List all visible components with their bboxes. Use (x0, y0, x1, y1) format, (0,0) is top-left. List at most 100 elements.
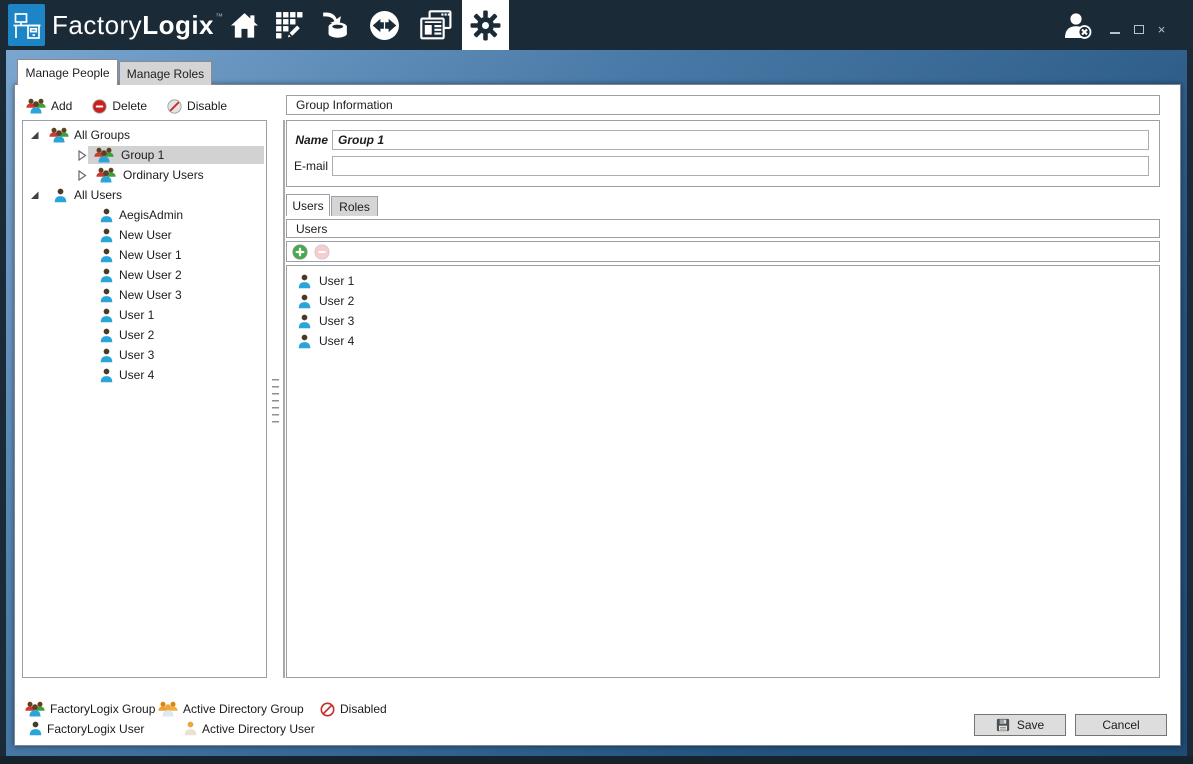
settings-nav-button-active[interactable] (462, 0, 509, 50)
selected-row-highlight: Group 1 (88, 146, 264, 164)
legend-active-directory-group: Active Directory Group (158, 701, 320, 717)
group-users-list: User 1 User 2 User 3 User 4 (286, 265, 1160, 678)
tree-label: Ordinary Users (123, 168, 204, 182)
user-logout-icon (1063, 11, 1093, 41)
expander-expanded-icon[interactable] (29, 130, 40, 141)
list-item-user-1[interactable]: User 1 (298, 271, 354, 291)
add-label: Add (51, 99, 72, 113)
delete-button[interactable]: Delete (92, 99, 147, 114)
tree-item-new-user-2[interactable]: New User 2 (23, 265, 266, 285)
tree-label: All Users (74, 188, 122, 202)
tree-label: All Groups (74, 128, 130, 142)
maximize-icon (1134, 25, 1144, 34)
list-item-user-4[interactable]: User 4 (298, 331, 354, 351)
tree-item-group-1-selected[interactable]: Group 1 (23, 145, 266, 165)
home-icon (230, 12, 259, 39)
disable-button[interactable]: Disable (167, 99, 227, 114)
legend-label: FactoryLogix User (47, 722, 144, 736)
tab-manage-roles[interactable]: Manage Roles (119, 61, 212, 85)
documents-icon (420, 10, 452, 40)
expander-collapsed-icon[interactable] (77, 170, 88, 181)
tab-roles[interactable]: Roles (331, 196, 378, 216)
legend-label: FactoryLogix Group (50, 702, 155, 716)
splitter-grip[interactable] (272, 379, 279, 425)
users-toolbar (286, 241, 1160, 262)
add-user-to-group-button[interactable] (292, 244, 308, 260)
legend-label: Active Directory Group (183, 702, 304, 716)
expander-collapsed-icon[interactable] (77, 150, 88, 161)
factorylogix-group-icon (25, 701, 45, 717)
factorylogix-user-icon (29, 721, 42, 736)
minimize-button[interactable] (1106, 21, 1123, 37)
user-icon (100, 368, 113, 383)
cancel-button[interactable]: Cancel (1075, 714, 1167, 736)
tree-item-user-2[interactable]: User 2 (23, 325, 266, 345)
close-button[interactable]: × (1153, 21, 1170, 37)
user-icon (100, 308, 113, 323)
tab-users[interactable]: Users (286, 194, 330, 216)
user-icon (100, 328, 113, 343)
user-icon (100, 248, 113, 263)
maximize-button[interactable] (1130, 21, 1147, 37)
brand-wordmark: FactoryLogix™ (52, 8, 224, 42)
tree-label: New User (119, 228, 172, 242)
home-nav-button[interactable] (226, 8, 262, 42)
tree-label: User 2 (119, 328, 154, 342)
tree-item-ordinary-users[interactable]: Ordinary Users (23, 165, 266, 185)
data-nav-button[interactable] (317, 8, 353, 42)
frame-edge-right (1187, 50, 1193, 764)
group-icon (94, 147, 114, 163)
logout-user-button[interactable] (1060, 10, 1096, 42)
user-icon (100, 208, 113, 223)
tree-label: Group 1 (121, 148, 164, 162)
list-item-user-2[interactable]: User 2 (298, 291, 354, 311)
name-input[interactable] (332, 130, 1149, 150)
tree-item-user-1[interactable]: User 1 (23, 305, 266, 325)
tree-label: User 4 (119, 368, 154, 382)
grid-pencil-icon (275, 11, 303, 39)
list-item-label: User 3 (319, 314, 354, 328)
email-input[interactable] (332, 156, 1149, 176)
reports-nav-button[interactable] (418, 8, 454, 42)
disabled-icon (320, 702, 335, 717)
frame-edge-bottom (0, 756, 1193, 764)
legend-factorylogix-user: FactoryLogix User (29, 721, 158, 736)
app-logo (8, 4, 45, 46)
tree-label: AegisAdmin (119, 208, 183, 222)
add-button[interactable]: Add (26, 98, 72, 114)
close-icon: × (1158, 22, 1166, 37)
tree-item-new-user-1[interactable]: New User 1 (23, 245, 266, 265)
tab-manage-people[interactable]: Manage People (17, 59, 118, 85)
sync-arrows-icon (369, 10, 400, 41)
logistics-nav-button[interactable] (366, 8, 402, 42)
list-item-user-3[interactable]: User 3 (298, 311, 354, 331)
tree-item-user-3[interactable]: User 3 (23, 345, 266, 365)
production-nav-button[interactable] (271, 8, 307, 42)
group-icon (49, 127, 69, 143)
people-toolbar: Add Delete Disable (26, 97, 227, 115)
tree-item-all-groups[interactable]: All Groups (23, 125, 266, 145)
disable-label: Disable (187, 99, 227, 113)
list-item-label: User 2 (319, 294, 354, 308)
remove-user-from-group-button[interactable] (314, 244, 330, 260)
gear-icon (470, 10, 501, 41)
legend-disabled: Disabled (320, 702, 387, 717)
save-button[interactable]: Save (974, 714, 1066, 736)
cancel-label: Cancel (1102, 718, 1139, 732)
user-icon (298, 274, 311, 289)
tree-item-new-user-3[interactable]: New User 3 (23, 285, 266, 305)
tree-item-all-users[interactable]: All Users (23, 185, 266, 205)
legend-active-directory-user: Active Directory User (184, 721, 315, 736)
user-icon (54, 188, 67, 203)
splitter-line[interactable] (283, 120, 285, 678)
database-icon (321, 11, 349, 39)
tree-item-aegisadmin[interactable]: AegisAdmin (23, 205, 266, 225)
tree-item-new-user[interactable]: New User (23, 225, 266, 245)
user-icon (100, 268, 113, 283)
tab-roles-label: Roles (339, 200, 370, 214)
expander-expanded-icon[interactable] (29, 190, 40, 201)
tab-users-label: Users (292, 199, 323, 213)
tree-item-user-4[interactable]: User 4 (23, 365, 266, 385)
trademark: ™ (215, 12, 224, 21)
groups-users-tree: All Groups Group 1 Ordinary Users All Us… (22, 120, 267, 678)
